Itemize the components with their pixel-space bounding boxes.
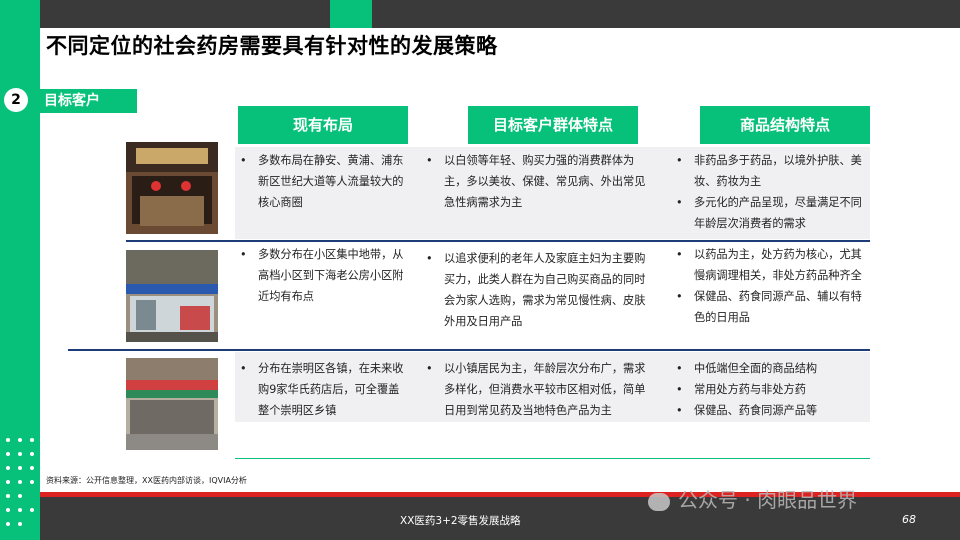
cell-shangquan-products: 非药品多于药品，以境外护肤、美妆、药妆为主 多元化的产品呈现，尽量满足不同年龄层… bbox=[674, 150, 870, 234]
storefront-photo-shangquan bbox=[126, 142, 218, 234]
bullet-text: 以白领等年轻、购买力强的消费群体为主，多以美妆、保健、常见病、外出常见急性病需求… bbox=[424, 150, 654, 213]
page-number: 68 bbox=[902, 513, 916, 526]
row-divider-1 bbox=[126, 240, 870, 242]
watermark-text: 公众号 · 肉眼品世界 bbox=[678, 488, 858, 512]
column-header-layout: 现有布局 bbox=[238, 106, 408, 144]
footer-title: XX医药3+2零售发展战略 bbox=[400, 515, 521, 527]
cell-shequ-products: 以药品为主，处方药为核心，尤其慢病调理相关，非处方药品种齐全 保健品、药食同源产… bbox=[674, 244, 870, 328]
bullet-text: 非药品多于药品，以境外护肤、美妆、药妆为主 bbox=[674, 150, 870, 192]
bullet-text: 多数分布在小区集中地带，从高档小区到下海老公房小区附近均有布点 bbox=[238, 244, 408, 307]
row-label-xiangzhen: 乡镇店 bbox=[57, 394, 103, 412]
bullet-text: 保健品、药食同源产品、辅以有特色的日用品 bbox=[674, 286, 870, 328]
bullet-text: 常用处方药与非处方药 bbox=[674, 379, 870, 400]
storefront-photo-xiangzhen bbox=[126, 358, 218, 450]
bullet-text: 以药品为主，处方药为核心，尤其慢病调理相关，非处方药品种齐全 bbox=[674, 244, 870, 286]
row-divider-2 bbox=[68, 349, 870, 351]
section-number-badge: 2 bbox=[4, 88, 28, 112]
row-label-shequ: 社区店 bbox=[57, 290, 103, 308]
source-note: 资料来源：公开信息整理，XX医药内部访谈，IQVIA分析 bbox=[46, 476, 247, 485]
bullet-text: 多数布局在静安、黄浦、浦东新区世纪大道等人流量较大的核心商圈 bbox=[238, 150, 408, 213]
cell-xiangzhen-customers: 以小镇居民为主，年龄层次分布广，需求多样化，但消费水平较市区相对低，简单日用到常… bbox=[424, 358, 656, 421]
bullet-text: 多元化的产品呈现，尽量满足不同年龄层次消费者的需求 bbox=[674, 192, 870, 234]
bullet-text: 保健品、药食同源产品等 bbox=[674, 400, 870, 421]
bullet-text: 中低端但全面的商品结构 bbox=[674, 358, 870, 379]
slide-title: 不同定位的社会药房需要具有针对性的发展策略 bbox=[46, 34, 498, 58]
column-header-customers: 目标客户群体特点 bbox=[468, 106, 638, 144]
left-green-strip bbox=[0, 0, 40, 540]
wechat-icon bbox=[648, 492, 670, 511]
section-label: 目标客户 bbox=[40, 89, 137, 113]
bullet-text: 分布在崇明区各镇，在未来收购9家华氏药店后，可全覆盖整个崇明区乡镇 bbox=[238, 358, 408, 421]
table-bottom-line bbox=[235, 458, 870, 459]
cell-shequ-layout: 多数分布在小区集中地带，从高档小区到下海老公房小区附近均有布点 bbox=[238, 244, 408, 307]
column-header-products: 商品结构特点 bbox=[700, 106, 870, 144]
cell-xiangzhen-products: 中低端但全面的商品结构 常用处方药与非处方药 保健品、药食同源产品等 bbox=[674, 358, 870, 421]
row-label-shangquan: 商圈店 bbox=[57, 186, 103, 204]
bullet-text: 以小镇居民为主，年龄层次分布广，需求多样化，但消费水平较市区相对低，简单日用到常… bbox=[424, 358, 656, 421]
cell-xiangzhen-layout: 分布在崇明区各镇，在未来收购9家华氏药店后，可全覆盖整个崇明区乡镇 bbox=[238, 358, 408, 421]
storefront-photo-shequ bbox=[126, 250, 218, 342]
watermark: 公众号 · 肉眼品世界 bbox=[648, 484, 857, 513]
cell-shangquan-customers: 以白领等年轻、购买力强的消费群体为主，多以美妆、保健、常见病、外出常见急性病需求… bbox=[424, 150, 654, 213]
cell-shequ-customers: 以追求便利的老年人及家庭主妇为主要购买力，此类人群在为自己购买商品的同时会为家人… bbox=[424, 248, 650, 332]
cell-shangquan-layout: 多数布局在静安、黄浦、浦东新区世纪大道等人流量较大的核心商圈 bbox=[238, 150, 408, 213]
top-green-accent bbox=[330, 0, 372, 28]
bullet-text: 以追求便利的老年人及家庭主妇为主要购买力，此类人群在为自己购买商品的同时会为家人… bbox=[424, 248, 650, 332]
